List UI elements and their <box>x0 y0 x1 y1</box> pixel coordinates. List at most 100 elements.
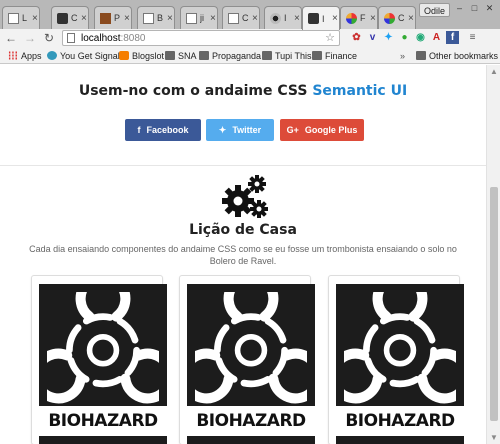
back-icon[interactable]: ← <box>3 31 19 45</box>
globe-icon <box>47 51 57 60</box>
bookmark-star-icon[interactable]: ☆ <box>325 31 335 44</box>
close-tab-icon[interactable]: × <box>124 13 130 24</box>
close-tab-icon[interactable]: × <box>252 13 258 24</box>
extension-icon[interactable]: ● <box>398 31 411 44</box>
bookmark-label: Finance <box>325 50 358 61</box>
folder-icon <box>262 51 272 60</box>
extension-icon[interactable]: ◉ <box>414 31 427 44</box>
facebook-button[interactable]: f Facebook <box>125 119 201 141</box>
page-scrollbar[interactable]: ▲ ▼ <box>486 65 500 444</box>
close-tab-icon[interactable]: × <box>370 13 376 24</box>
minimize-icon[interactable]: – <box>453 2 466 14</box>
browser-tab[interactable]: B × <box>137 6 175 29</box>
extension-icon[interactable]: ✿ <box>350 31 363 44</box>
semantic-ui-link[interactable]: Semantic UI <box>312 83 407 99</box>
close-tab-icon[interactable]: × <box>81 13 87 24</box>
folder-icon <box>165 51 175 60</box>
browser-tab[interactable]: I × <box>264 6 302 29</box>
browser-tab[interactable]: C × <box>222 6 260 29</box>
extension-acrobat-icon[interactable]: A <box>430 31 443 44</box>
url-host: localhost <box>81 32 121 44</box>
twitter-icon: ✦ <box>218 124 227 135</box>
menu-icon[interactable]: ≡ <box>466 31 479 44</box>
address-bar[interactable]: localhost :8080 ☆ <box>62 30 340 46</box>
google-plus-button[interactable]: G+ Google Plus <box>280 119 364 141</box>
document-icon <box>143 12 154 24</box>
close-tab-icon[interactable]: × <box>167 13 173 24</box>
scroll-down-icon[interactable]: ▼ <box>490 433 498 442</box>
browser-tab[interactable]: F × <box>340 6 378 29</box>
gears-icon <box>222 175 268 218</box>
scrollbar-thumb[interactable] <box>490 187 498 421</box>
browser-tab-active[interactable]: I × <box>302 6 340 30</box>
reload-icon[interactable]: ↻ <box>41 31 57 45</box>
tab-title: C <box>398 13 405 23</box>
folder-icon <box>199 51 209 60</box>
google-plus-label: Google Plus <box>304 125 358 135</box>
bookmark-finance[interactable]: Finance <box>312 49 357 62</box>
page-info-icon[interactable] <box>67 33 75 43</box>
biohazard-icon <box>270 12 281 24</box>
vector-icon <box>57 12 68 24</box>
bookmarks-overflow-chevron[interactable]: » <box>400 51 405 61</box>
other-bookmarks[interactable]: Other bookmarks <box>416 49 498 62</box>
page-viewport: Usem-no com o andaime CSS Semantic UI f … <box>0 65 486 444</box>
bookmark-label: Other bookmarks <box>429 50 499 61</box>
bookmark-label: Tupi This <box>275 50 312 61</box>
close-tab-icon[interactable]: × <box>32 13 38 24</box>
user-profile-badge[interactable]: Odile <box>418 3 450 17</box>
tab-title: I <box>322 13 325 24</box>
browser-tab[interactable]: ji × <box>180 6 218 29</box>
extension-vimeo-icon[interactable]: v <box>366 31 379 44</box>
lesson-card[interactable]: BIOHAZARD <box>179 275 315 444</box>
extension-facebook-icon[interactable]: f <box>446 31 459 44</box>
browser-tab[interactable]: L × <box>2 6 40 29</box>
close-tab-icon[interactable]: × <box>408 13 414 24</box>
page-heading: Usem-no com o andaime CSS Semantic UI <box>0 83 486 99</box>
browser-tab[interactable]: C × <box>378 6 416 29</box>
bookmark-apps[interactable]: Apps <box>8 49 42 62</box>
scroll-up-icon[interactable]: ▲ <box>490 67 498 76</box>
tab-title: ji <box>200 13 204 23</box>
colorful-icon <box>384 12 395 24</box>
extension-twitter-icon[interactable]: ✦ <box>382 31 395 44</box>
bookmark-label: Blogslot <box>132 50 165 61</box>
bookmark-blogslot[interactable]: Blogslot <box>119 49 164 62</box>
biohazard-icon <box>47 292 159 404</box>
browser-tab[interactable]: C × <box>51 6 89 29</box>
close-tab-icon[interactable]: × <box>332 13 338 24</box>
bookmark-tupi-this[interactable]: Tupi This <box>262 49 312 62</box>
biohazard-label: BIOHAZARD <box>39 406 167 436</box>
facebook-label: Facebook <box>146 125 189 135</box>
lesson-card[interactable]: BIOHAZARD <box>31 275 167 444</box>
bookmark-label: SNA <box>178 50 197 61</box>
stackoverflow-icon <box>308 13 319 24</box>
tab-title: L <box>22 13 28 23</box>
bookmark-propaganda[interactable]: Propaganda <box>199 49 261 62</box>
heading-text: Usem-no com o andaime CSS <box>78 83 313 99</box>
blogger-icon <box>119 51 129 60</box>
biohazard-image: BIOHAZARD <box>39 284 167 444</box>
twitter-button[interactable]: ✦ Twitter <box>206 119 274 141</box>
close-tab-icon[interactable]: × <box>210 13 216 24</box>
close-tab-icon[interactable]: × <box>294 13 300 24</box>
tab-title: B <box>157 13 164 23</box>
maximize-icon[interactable]: □ <box>468 2 481 14</box>
lesson-card[interactable]: BIOHAZARD <box>328 275 464 444</box>
tab-strip: L × C × P × B × ji × C × I × I × F × C ×… <box>0 0 500 30</box>
bookmark-you-get-signal[interactable]: You Get Signal <box>47 49 120 62</box>
bookmark-label: You Get Signal <box>60 50 120 61</box>
folder-icon <box>416 51 426 60</box>
tab-title: F <box>360 13 366 23</box>
bookmark-sna[interactable]: SNA <box>165 49 197 62</box>
biohazard-icon <box>344 292 456 404</box>
bookmarks-bar: Apps You Get Signal Blogslot SNA Propaga… <box>0 47 500 64</box>
browser-tab[interactable]: P × <box>94 6 132 29</box>
tab-title: P <box>114 13 121 23</box>
forward-icon[interactable]: → <box>22 31 38 45</box>
lesson-title: Lição de Casa <box>189 222 297 238</box>
biohazard-icon <box>195 292 307 404</box>
facebook-icon: f <box>137 125 141 135</box>
apps-icon <box>8 51 18 60</box>
close-window-icon[interactable]: ✕ <box>483 2 496 14</box>
